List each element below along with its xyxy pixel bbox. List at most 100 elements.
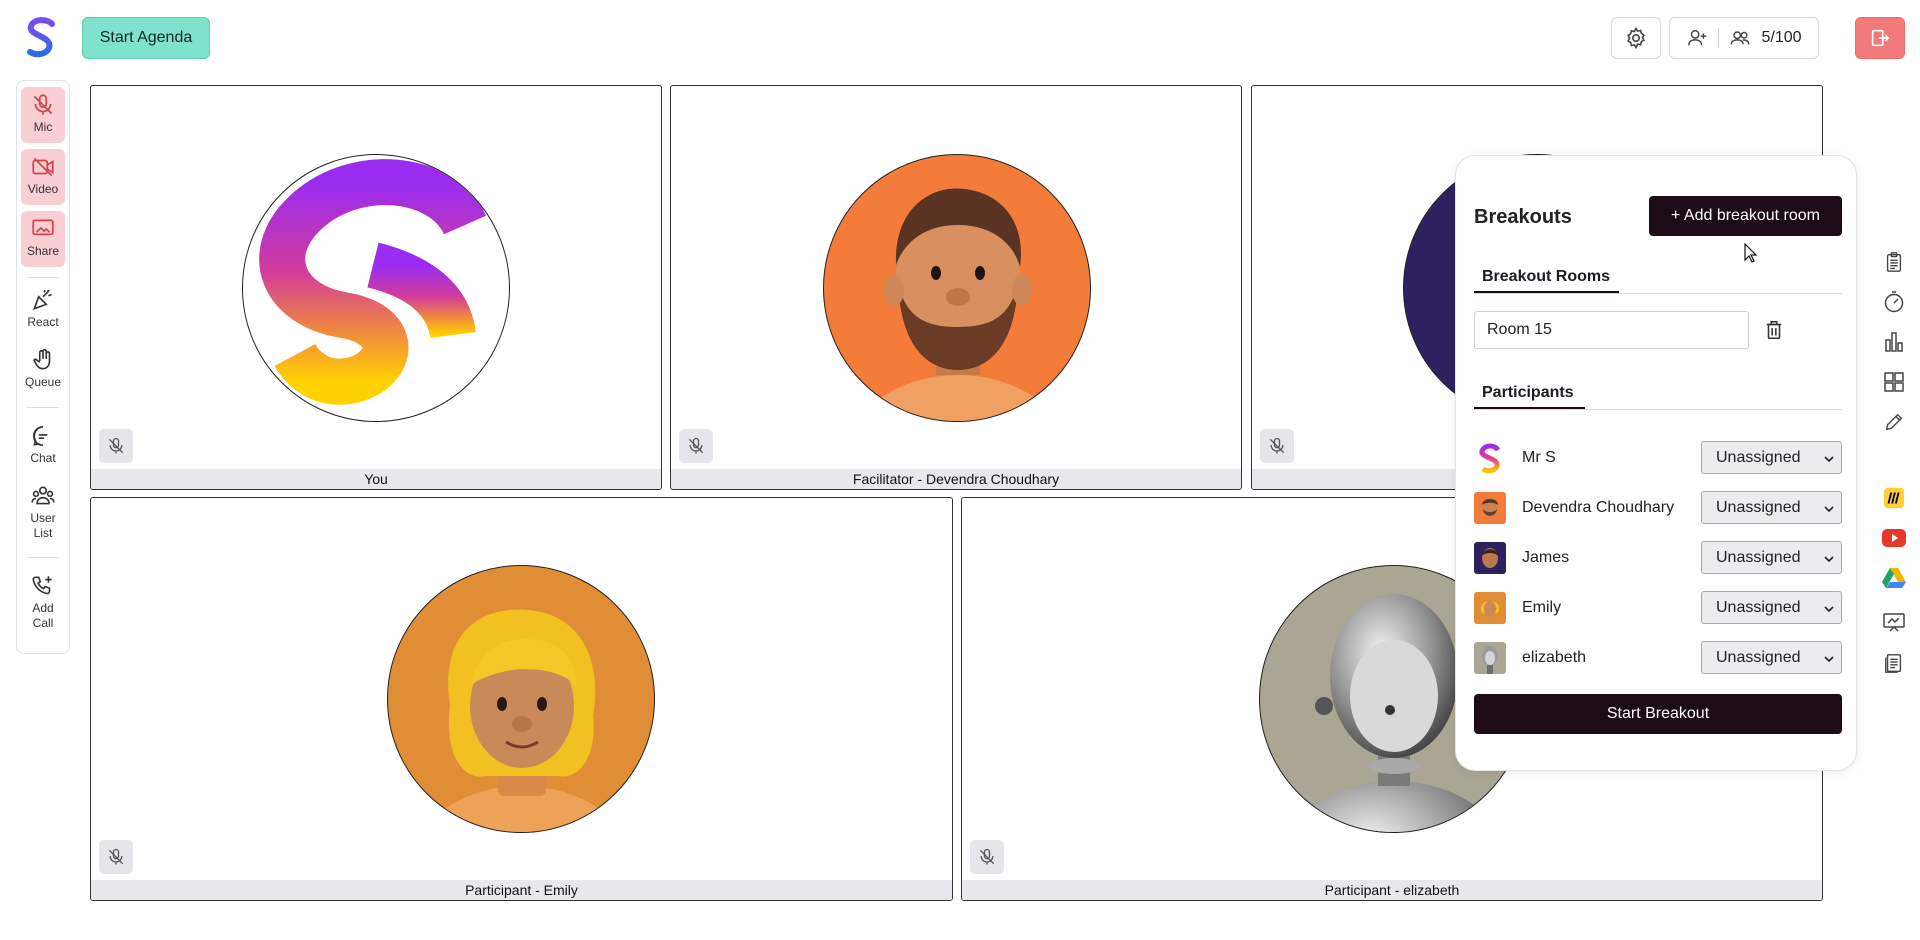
room-assignment-select[interactable]: Unassigned — [1701, 441, 1842, 474]
chat-button[interactable]: Chat — [21, 423, 65, 466]
divider — [1474, 293, 1842, 294]
tile-label: Participant - elizabeth — [962, 880, 1822, 900]
video-tile-emily[interactable]: Participant - Emily — [90, 497, 953, 901]
mic-off-icon — [108, 848, 124, 865]
miro-icon[interactable] — [1880, 484, 1908, 512]
divider — [1474, 409, 1842, 410]
bar-chart-icon[interactable] — [1880, 328, 1908, 356]
divider — [1718, 28, 1720, 48]
muted-indicator — [679, 429, 713, 463]
muted-indicator — [970, 840, 1004, 874]
leave-button[interactable] — [1855, 17, 1905, 59]
react-button[interactable]: React — [21, 287, 65, 330]
mic-label: Mic — [33, 120, 53, 134]
users-icon — [31, 486, 55, 505]
left-toolbar: Mic Video Share React Queue Chat User Li… — [16, 80, 70, 654]
add-call-label: Call — [32, 616, 54, 630]
tile-label: Participant - Emily — [91, 880, 952, 900]
start-breakout-button[interactable]: Start Breakout — [1474, 694, 1842, 734]
react-label: React — [27, 315, 59, 329]
video-label: Video — [27, 182, 59, 196]
participant-row: Emily Unassigned — [1474, 591, 1842, 625]
tab-participants[interactable]: Participants — [1482, 384, 1574, 402]
mic-off-icon — [1269, 437, 1285, 454]
room-assignment-select[interactable]: Unassigned — [1701, 541, 1842, 574]
participants-button[interactable]: 5/100 — [1669, 17, 1819, 59]
app-logo — [22, 16, 60, 60]
muted-indicator — [99, 429, 133, 463]
room-assignment-select[interactable]: Unassigned — [1701, 641, 1842, 674]
select-value: Unassigned — [1716, 448, 1801, 466]
breakouts-panel: Breakouts + Add breakout room Breakout R… — [1455, 155, 1857, 771]
raise-hand-icon — [33, 348, 51, 370]
room-assignment-select[interactable]: Unassigned — [1701, 491, 1842, 524]
chevron-down-icon — [1824, 656, 1834, 663]
pencil-icon[interactable] — [1880, 408, 1908, 436]
participant-name: Devendra Choudhary — [1522, 499, 1675, 516]
add-call-button[interactable]: Add Call — [21, 573, 65, 631]
avatar — [1474, 642, 1506, 674]
chat-icon — [32, 425, 48, 447]
muted-indicator — [1260, 429, 1294, 463]
clipboard-icon[interactable] — [1880, 248, 1908, 276]
grid-icon[interactable] — [1880, 368, 1908, 396]
avatar — [242, 154, 510, 422]
avatar — [1474, 542, 1506, 574]
party-popper-icon — [32, 289, 52, 311]
trash-icon — [1766, 320, 1782, 340]
mic-off-icon — [688, 437, 704, 454]
participant-name: Mr S — [1522, 449, 1556, 466]
user-list-button[interactable]: User List — [21, 483, 65, 541]
video-tile-facilitator[interactable]: Facilitator - Devendra Choudhary — [670, 85, 1242, 490]
mic-off-icon — [108, 437, 124, 454]
user-list-label: User — [30, 511, 56, 525]
participant-row: James Unassigned — [1474, 541, 1842, 575]
tab-breakout-rooms[interactable]: Breakout Rooms — [1482, 268, 1610, 286]
users-icon — [1731, 31, 1750, 45]
tile-label: Facilitator - Devendra Choudhary — [671, 469, 1241, 489]
avatar — [1474, 492, 1506, 524]
queue-button[interactable]: Queue — [21, 347, 65, 390]
room-assignment-select[interactable]: Unassigned — [1701, 591, 1842, 624]
divider — [27, 557, 59, 558]
panel-title: Breakouts — [1474, 206, 1572, 228]
video-toggle-button[interactable]: Video — [21, 149, 65, 205]
timer-icon[interactable] — [1880, 288, 1908, 316]
settings-button[interactable] — [1611, 17, 1661, 59]
chat-label: Chat — [30, 451, 56, 465]
participant-name: Emily — [1522, 599, 1562, 616]
select-value: Unassigned — [1716, 498, 1801, 516]
youtube-icon[interactable] — [1880, 524, 1908, 552]
add-breakout-room-button[interactable]: + Add breakout room — [1649, 196, 1842, 236]
chevron-down-icon — [1824, 606, 1834, 613]
mic-off-icon — [979, 848, 995, 865]
participant-row: Mr S Unassigned — [1474, 441, 1842, 475]
phone-plus-icon — [32, 576, 52, 595]
avatar — [823, 154, 1091, 422]
tile-label: You — [91, 469, 661, 489]
google-drive-icon[interactable] — [1880, 564, 1908, 592]
divider — [27, 407, 59, 408]
select-value: Unassigned — [1716, 648, 1801, 666]
chevron-down-icon — [1824, 456, 1834, 463]
chevron-down-icon — [1824, 556, 1834, 563]
queue-label: Queue — [24, 375, 62, 389]
select-value: Unassigned — [1716, 598, 1801, 616]
divider — [27, 277, 59, 278]
mic-toggle-button[interactable]: Mic — [21, 87, 65, 143]
user-list-label: List — [33, 526, 53, 540]
share-button[interactable]: Share — [21, 211, 65, 267]
screen-share-icon — [32, 219, 54, 236]
participant-name: James — [1522, 549, 1570, 566]
gear-icon — [1627, 26, 1645, 50]
mouse-cursor — [1744, 242, 1758, 268]
room-name-input[interactable] — [1474, 311, 1749, 349]
participant-count: 5/100 — [1761, 29, 1802, 46]
document-icon[interactable] — [1880, 649, 1908, 677]
start-agenda-button[interactable]: Start Agenda — [82, 17, 210, 59]
avatar — [1474, 592, 1506, 624]
add-user-icon[interactable] — [1686, 27, 1708, 49]
presentation-icon[interactable] — [1880, 609, 1908, 637]
video-tile-you[interactable]: You — [90, 85, 662, 490]
delete-room-button[interactable] — [1763, 318, 1785, 347]
